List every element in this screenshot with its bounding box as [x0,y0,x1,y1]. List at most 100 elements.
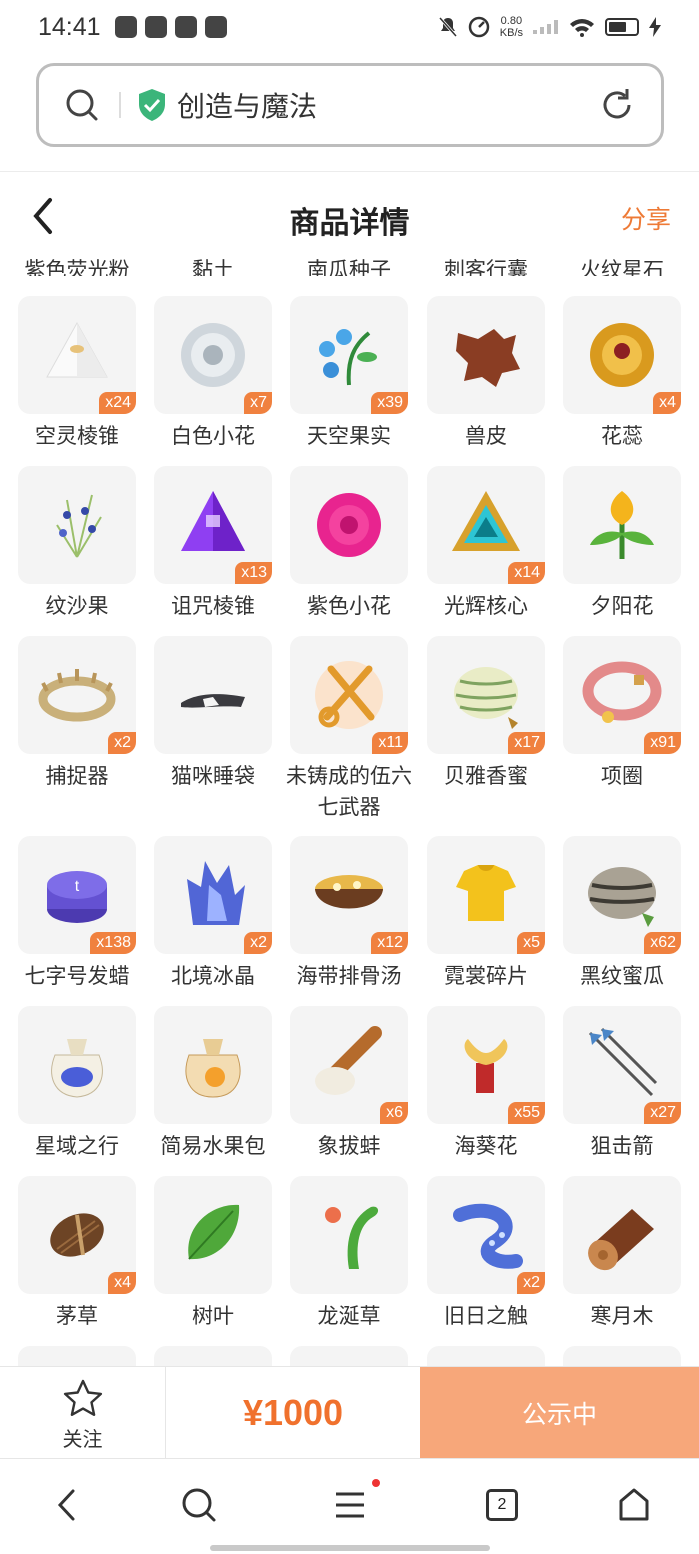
item-card[interactable]: 夕阳花 [563,466,681,622]
page-title: 商品详情 [289,206,410,241]
item-name: 海带排骨汤 [296,964,402,988]
item-card[interactable]: x27 狙击箭 [563,1006,681,1162]
item-card[interactable]: x13 诅咒棱锥 [154,466,272,622]
item-card[interactable]: x11 未铸成的伍六七武器 [286,636,412,823]
item-tile[interactable]: x4 [18,1176,136,1294]
item-card[interactable]: x2 旧日之触 [427,1176,545,1332]
item-tile-partial[interactable] [18,1346,136,1366]
item-tile[interactable]: x11 [290,636,408,754]
item-tile[interactable]: x91 [563,636,681,754]
item-tile[interactable]: x62 [563,836,681,954]
item-tile[interactable]: x12 [290,836,408,954]
ice-crystal-icon [187,861,245,925]
item-tile-partial[interactable] [427,1346,545,1366]
item-card[interactable]: x55 海葵花 [427,1006,545,1162]
publicity-status-button[interactable]: 公示中 [420,1367,699,1458]
geoduck-icon [315,1026,382,1095]
item-card[interactable]: 猫咪睡袋 [154,636,272,792]
status-right: 0.80 KB/s [438,15,661,39]
status-time: 14:41 [38,12,101,41]
item-name: 光辉核心 [444,594,528,618]
item-name: 树叶 [192,1304,234,1328]
item-tile[interactable] [427,296,545,414]
item-card[interactable]: x2 北境冰晶 [154,836,272,992]
item-name: 紫色小花 [307,594,391,618]
magenta-flower-icon [317,493,381,557]
item-tile[interactable]: x2 [18,636,136,754]
item-card[interactable]: t x138 七字号发蜡 [18,836,136,992]
quantity-badge: x14 [508,562,545,584]
net-speed: 0.80 KB/s [499,15,523,39]
address-bar[interactable]: 创造与魔法 [36,63,664,147]
item-tile[interactable] [563,1176,681,1294]
item-tile[interactable] [290,466,408,584]
item-tile-partial[interactable] [290,1346,408,1366]
item-tile[interactable]: x24 [18,296,136,414]
quantity-badge: x39 [371,392,408,414]
item-tile[interactable]: t x138 [18,836,136,954]
item-tile[interactable] [563,466,681,584]
item-tile[interactable] [18,1006,136,1124]
item-card[interactable]: 兽皮 [427,296,545,452]
follow-button[interactable]: 关注 [0,1367,166,1458]
item-tile[interactable]: x2 [154,836,272,954]
item-tile[interactable] [154,1006,272,1124]
item-tile[interactable]: x39 [290,296,408,414]
item-card[interactable]: 纹沙果 [18,466,136,622]
search-icon[interactable] [65,88,99,122]
browser-back-icon[interactable] [55,1487,79,1523]
item-tile-partial[interactable] [154,1346,272,1366]
share-button[interactable]: 分享 [621,200,671,236]
item-card[interactable]: x4 花蕊 [563,296,681,452]
item-tile[interactable] [18,466,136,584]
item-tile[interactable]: x2 [427,1176,545,1294]
item-name: 海葵花 [454,1134,518,1158]
item-tile[interactable]: x13 [154,466,272,584]
item-card[interactable]: x7 白色小花 [154,296,272,452]
browser-nav-bar: 2 [0,1458,699,1554]
item-name: 诅咒棱锥 [171,594,255,618]
reload-icon[interactable] [599,87,635,123]
item-card[interactable]: x62 黑纹蜜瓜 [563,836,681,992]
item-card[interactable]: x6 象拔蚌 [290,1006,408,1162]
notification-app-icon [174,16,197,38]
item-name: 茅草 [56,1304,98,1328]
item-tile[interactable] [154,636,272,754]
item-tile[interactable] [290,1176,408,1294]
item-card[interactable]: x14 光辉核心 [427,466,545,622]
menu-icon[interactable] [334,1491,366,1519]
item-card[interactable]: x24 空灵棱锥 [18,296,136,452]
item-card[interactable]: 简易水果包 [154,1006,272,1162]
item-card[interactable]: x12 海带排骨汤 [290,836,408,992]
item-tile[interactable]: x17 [427,636,545,754]
item-card[interactable]: x5 霓裳碎片 [427,836,545,992]
item-tile[interactable]: x14 [427,466,545,584]
item-card[interactable]: x39 天空果实 [290,296,408,452]
notification-app-icon [144,16,167,38]
tabs-button[interactable]: 2 [486,1489,518,1521]
item-name: 天空果实 [307,424,391,448]
item-card[interactable]: x2 捕捉器 [18,636,136,792]
item-card[interactable]: 树叶 [154,1176,272,1332]
item-tile-partial[interactable] [563,1346,681,1366]
item-tile[interactable] [154,1176,272,1294]
item-card[interactable]: 龙涎草 [290,1176,408,1332]
item-card[interactable]: x91 项圈 [563,636,681,792]
item-card[interactable]: x17 贝雅香蜜 [427,636,545,792]
item-tile[interactable]: x5 [427,836,545,954]
item-tile[interactable]: x27 [563,1006,681,1124]
item-tile[interactable]: x4 [563,296,681,414]
home-icon[interactable] [617,1487,651,1523]
item-card[interactable]: 寒月木 [563,1176,681,1332]
sky-fruit-icon [319,329,377,386]
item-tile[interactable]: x55 [427,1006,545,1124]
soup-bowl-icon [315,875,383,909]
item-card[interactable]: x4 茅草 [18,1176,136,1332]
browser-search-icon[interactable] [181,1487,217,1523]
item-card[interactable]: 紫色小花 [290,466,408,622]
item-tile[interactable]: x7 [154,296,272,414]
item-card[interactable]: 星域之行 [18,1006,136,1162]
item-name: 北境冰晶 [171,964,255,988]
white-flower-icon [181,323,245,387]
item-tile[interactable]: x6 [290,1006,408,1124]
